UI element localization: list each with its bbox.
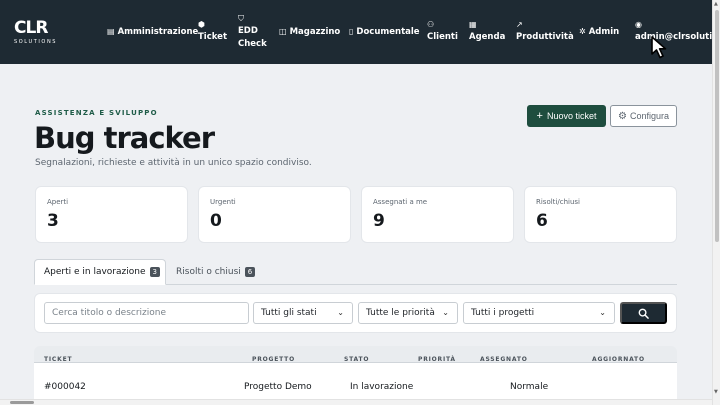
stat-card-aperti: Aperti 3 [35,186,188,243]
mouse-cursor-icon [651,36,667,59]
stat-card-risolti: Risolti/chiusi 6 [524,186,677,243]
tab-risolti[interactable]: Risolti o chiusi 6 [176,259,256,284]
chart-icon: ↗ [516,20,523,29]
nav-admin[interactable]: ✲ Admin [579,26,619,38]
nav-edd-check[interactable]: ⛉ EDD Check [238,14,267,50]
nav-clienti[interactable]: ⚇ Clienti [427,20,458,43]
search-input[interactable]: Cerca titolo o descrizione [44,302,249,324]
shield-icon: ⛉ [238,14,244,23]
chevron-down-icon: ⌄ [337,308,344,317]
nav-magazzino[interactable]: ◫ Magazzino [279,26,340,38]
scroll-up-arrow-icon[interactable]: ▲ [714,1,718,7]
plus-icon: + [536,110,543,122]
tab-aperti[interactable]: Aperti e in lavorazione 3 [34,259,166,285]
scroll-down-arrow-icon[interactable]: ▼ [714,389,718,395]
table-row[interactable]: #000042 Progetto Demo In lavorazione Nor… [34,363,677,399]
document-icon: ▯ [349,27,354,36]
page-subtitle: Segnalazioni, richieste e attività in un… [35,158,312,168]
gear-icon: ⚙ [618,110,627,122]
nav-user-account[interactable]: ◉ admin@clrsolutions. [635,20,720,43]
count-badge: 6 [244,266,256,277]
top-navbar: CLR SOLUTIONS ▤ Amministrazione ⬢ Ticket… [0,0,720,64]
box-icon: ◫ [279,27,287,36]
user-circle-icon: ◉ [635,20,642,29]
nav-amministrazione[interactable]: ▤ Amministrazione [107,26,198,38]
nav-agenda[interactable]: ▦ Agenda [469,20,505,43]
project-select[interactable]: Tutti i progetti ⌄ [463,302,615,324]
nav-ticket[interactable]: ⬢ Ticket [198,20,227,43]
page-title: Bug tracker [34,121,215,155]
stat-card-urgenti: Urgenti 0 [198,186,351,243]
scrollbar-thumb[interactable] [10,401,34,404]
search-icon [638,308,649,319]
stat-card-assegnati: Assegnati a me 9 [361,186,514,243]
vertical-scrollbar[interactable]: ▲ ▼ [712,0,720,405]
horizontal-scrollbar[interactable] [0,399,712,405]
scrollbar-thumb[interactable] [715,10,719,242]
search-button[interactable] [620,302,667,324]
list-icon: ▤ [107,27,115,36]
table-header: TICKET PROGETTO STATO PRIORITÀ ASSEGNATO… [34,346,677,363]
new-ticket-button[interactable]: + Nuovo ticket [527,105,606,127]
count-badge: 3 [149,267,160,277]
users-icon: ⚇ [427,20,435,29]
gear-icon: ✲ [579,27,586,36]
chevron-down-icon: ⌄ [442,308,449,317]
chevron-down-icon: ⌄ [599,308,606,317]
nav-produttivita[interactable]: ↗ Produttività [516,20,574,43]
nav-documentale[interactable]: ▯ Documentale [349,26,420,38]
calendar-icon: ▦ [469,20,477,29]
priority-select[interactable]: Tutte le priorità ⌄ [358,302,458,324]
section-eyebrow: ASSISTENZA E SVILUPPO [35,109,158,117]
clr-logo[interactable]: CLR SOLUTIONS [14,20,66,46]
status-select[interactable]: Tutti gli stati ⌄ [253,302,353,324]
configure-button[interactable]: ⚙ Configura [610,105,677,127]
bug-icon: ⬢ [198,20,205,29]
